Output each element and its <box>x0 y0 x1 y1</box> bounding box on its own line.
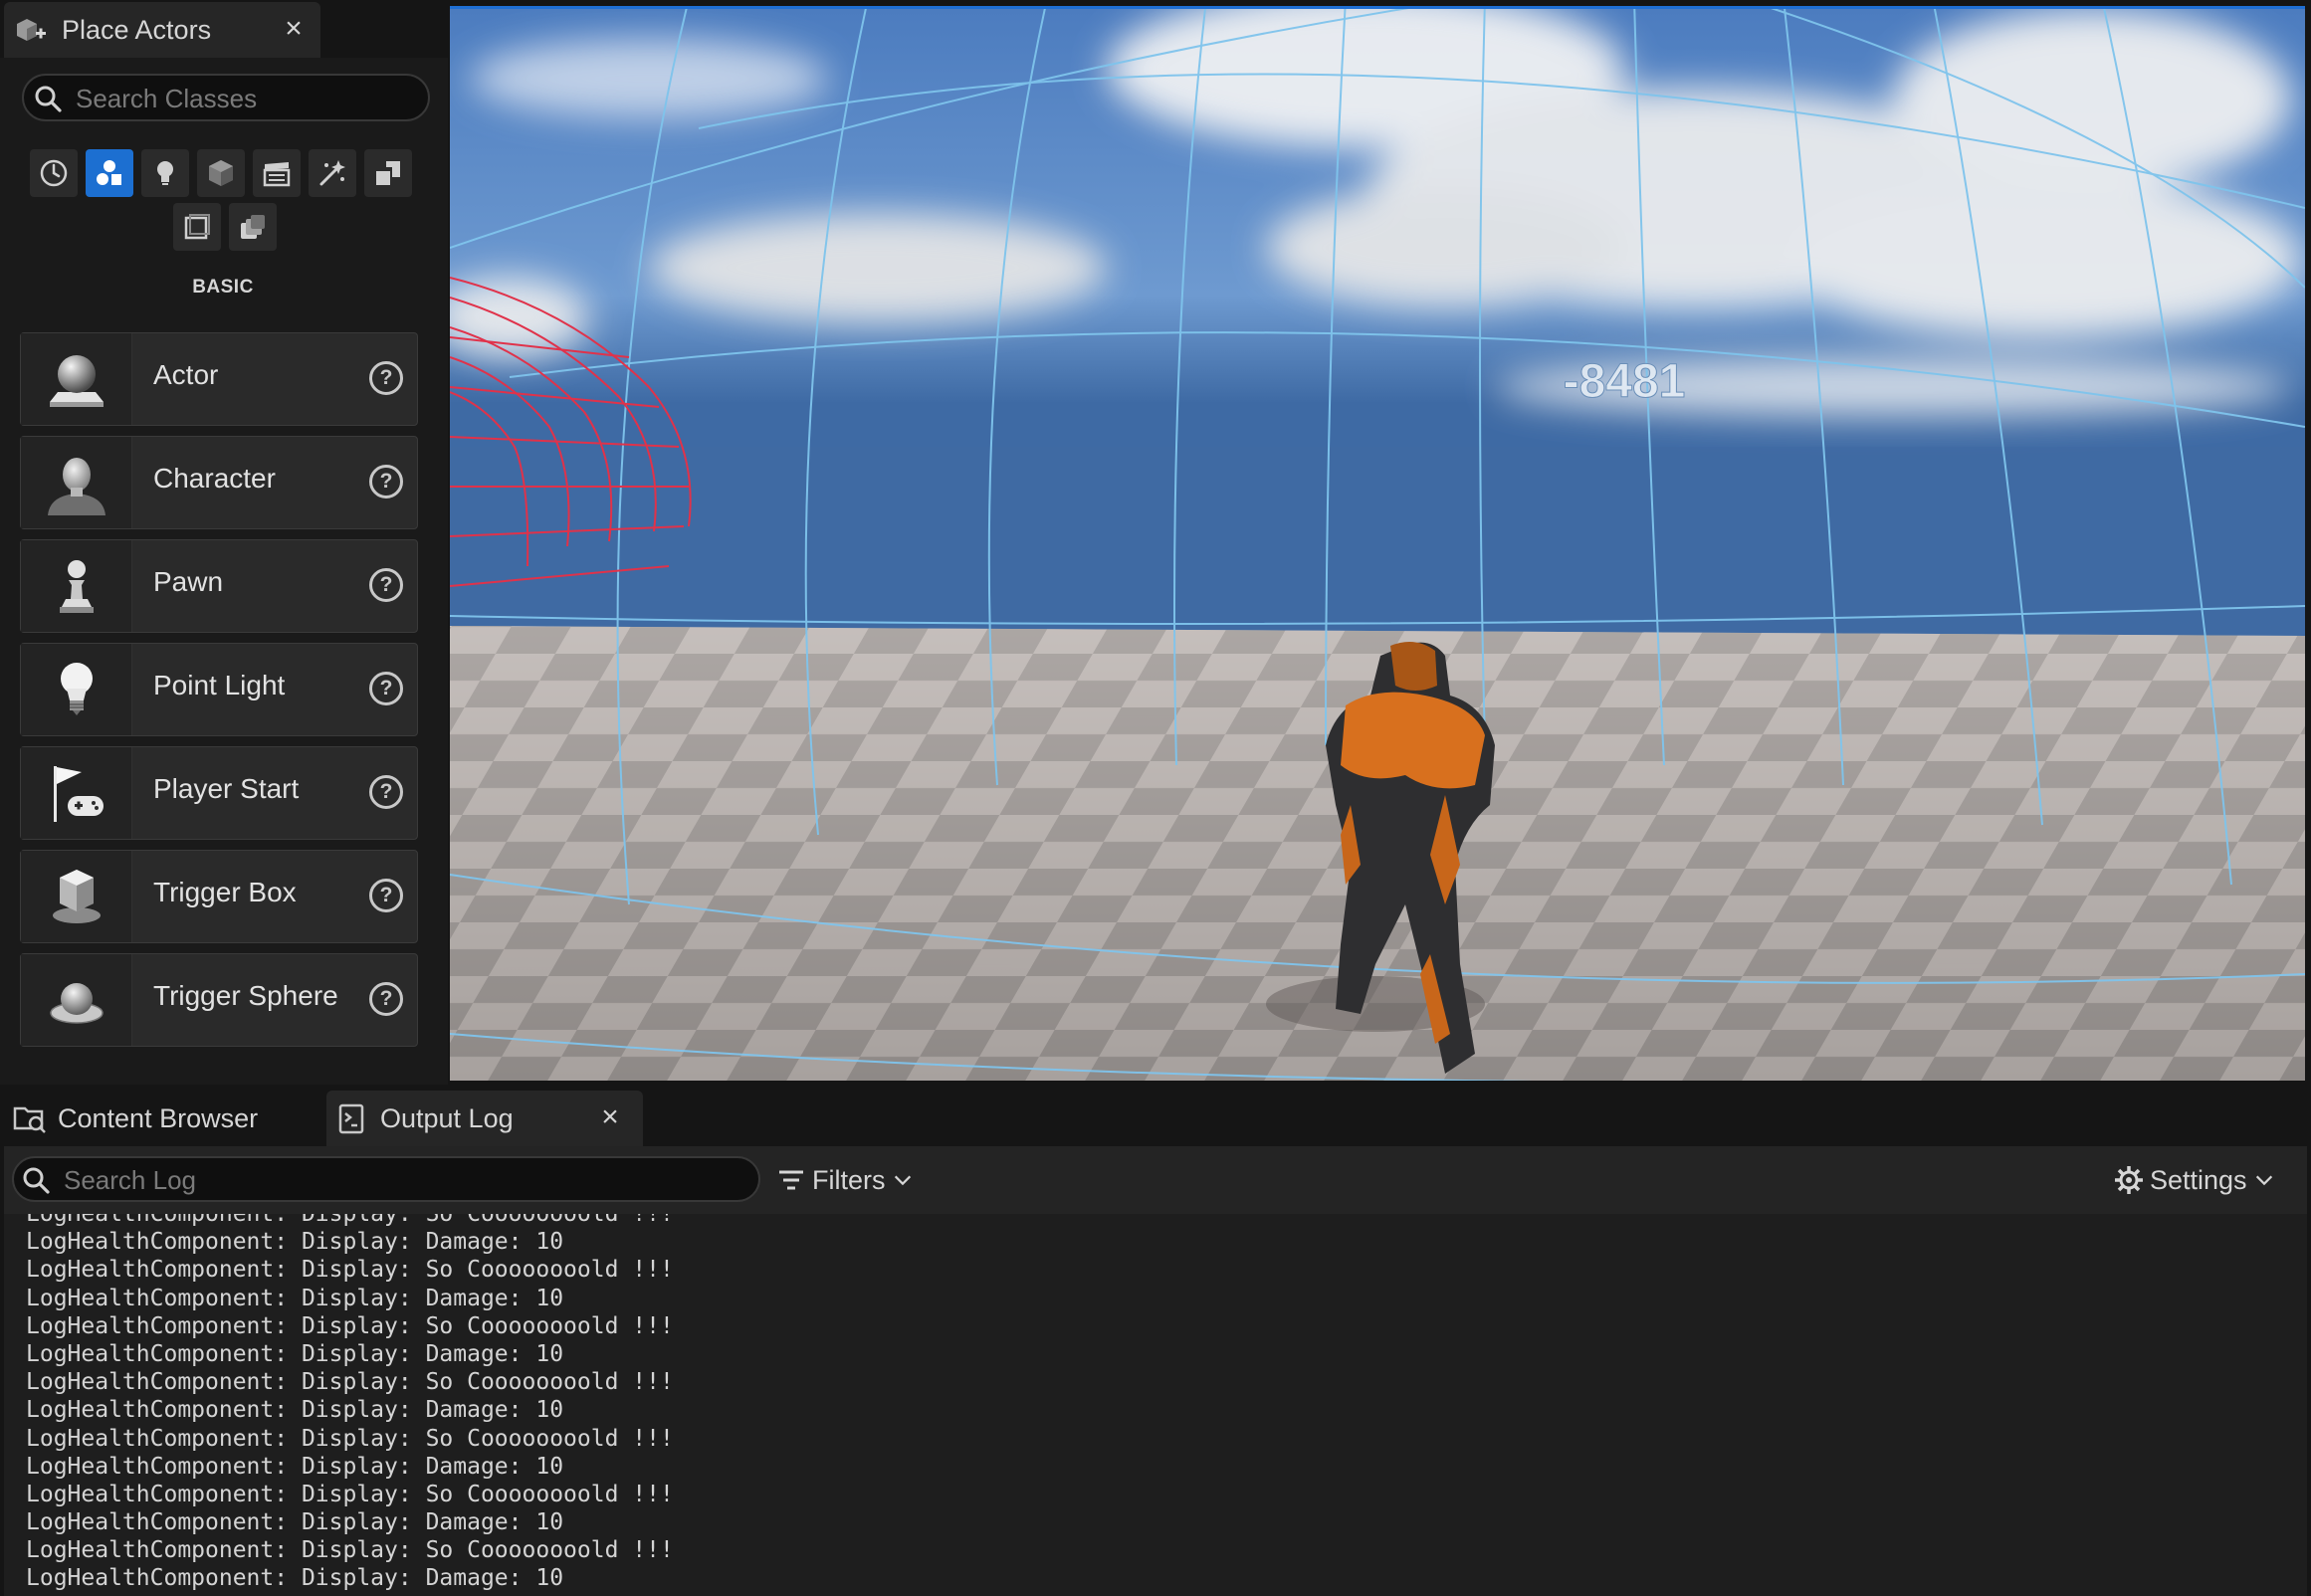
sparkles-icon <box>319 160 345 186</box>
close-icon[interactable]: × <box>595 1100 625 1134</box>
trigger-box-icon <box>21 851 132 942</box>
cube-icon <box>209 160 233 186</box>
output-log-label: Output Log <box>380 1103 514 1133</box>
help-icon[interactable]: ? <box>369 361 403 395</box>
volume-icon <box>184 214 210 240</box>
actor-item-character[interactable]: Character ? <box>20 436 418 529</box>
point-light-bulb-icon <box>21 644 132 735</box>
player-start-flag-icon <box>21 747 132 839</box>
search-log-input[interactable] <box>64 1162 740 1198</box>
content-browser-label: Content Browser <box>58 1103 259 1133</box>
place-actors-body: BASIC Actor ? Character ? Pawn ? <box>4 58 442 1083</box>
gear-icon <box>2115 1166 2143 1194</box>
category-visual-effects[interactable] <box>309 149 356 197</box>
actor-item-player-start[interactable]: Player Start ? <box>20 746 418 840</box>
pawn-icon <box>21 540 132 632</box>
damage-number: -8481 <box>1564 355 1686 408</box>
chevron-down-icon <box>2255 1175 2272 1186</box>
tab-output-log[interactable]: Output Log × <box>326 1091 643 1146</box>
log-line: LogHealthComponent: Display: So Cooooooo… <box>26 1481 674 1507</box>
place-actors-tab[interactable]: Place Actors × <box>4 2 320 58</box>
chevron-down-icon <box>894 1175 911 1186</box>
filter-icon <box>779 1170 803 1190</box>
log-line: LogHealthComponent: Display: So Cooooooo… <box>26 1214 674 1227</box>
tab-content-browser[interactable]: Content Browser <box>4 1091 322 1146</box>
character-bust-icon <box>21 437 132 528</box>
help-icon[interactable]: ? <box>369 672 403 705</box>
category-header: BASIC <box>192 277 254 298</box>
actor-label: Actor <box>153 359 219 390</box>
log-toolbar: Filters Settings <box>4 1146 2307 1214</box>
filters-button[interactable]: Filters <box>776 1160 914 1200</box>
player-start-label: Player Start <box>153 773 300 804</box>
place-actors-tab-bar: Place Actors × <box>0 0 448 58</box>
bottom-panel: Content Browser Output Log × Filters Set… <box>0 1085 2311 1596</box>
log-line: LogHealthComponent: Display: So Cooooooo… <box>26 1257 674 1284</box>
point-light-label: Point Light <box>153 670 286 700</box>
search-classes-box <box>22 74 430 121</box>
light-bulb-icon <box>157 161 173 185</box>
output-log-area[interactable]: LogHealthComponent: Display: So Cooooooo… <box>4 1214 2307 1596</box>
help-icon[interactable]: ? <box>369 465 403 499</box>
search-icon <box>34 85 62 112</box>
filters-label: Filters <box>812 1164 886 1195</box>
category-cinematic[interactable] <box>253 149 301 197</box>
actor-item-trigger-box[interactable]: Trigger Box ? <box>20 850 418 943</box>
output-log-icon <box>334 1102 370 1134</box>
log-line: LogHealthComponent: Display: Damage: 10 <box>26 1453 564 1480</box>
log-line: LogHealthComponent: Display: Damage: 10 <box>26 1229 564 1256</box>
category-geometry[interactable] <box>364 149 412 197</box>
log-line: LogHealthComponent: Display: So Cooooooo… <box>26 1537 674 1564</box>
actor-item-point-light[interactable]: Point Light ? <box>20 643 418 736</box>
all-classes-icon <box>241 215 265 239</box>
category-recently-placed[interactable] <box>30 149 78 197</box>
content-browser-icon <box>12 1102 48 1134</box>
trigger-sphere-icon <box>21 954 132 1046</box>
log-line: LogHealthComponent: Display: Damage: 10 <box>26 1340 564 1367</box>
log-line: LogHealthComponent: Display: Damage: 10 <box>26 1397 564 1424</box>
log-lines: LogHealthComponent: Display: So Cooooooo… <box>26 1214 674 1596</box>
search-icon <box>22 1166 50 1194</box>
log-line: LogHealthComponent: Display: Damage: 10 <box>26 1509 564 1536</box>
trigger-sphere-label: Trigger Sphere <box>153 980 338 1011</box>
category-lights[interactable] <box>141 149 189 197</box>
clock-icon <box>40 159 68 187</box>
search-classes-input[interactable] <box>76 80 414 117</box>
basic-shapes-icon <box>97 160 121 185</box>
search-log-box <box>12 1156 760 1202</box>
category-all-classes[interactable] <box>229 203 277 251</box>
help-icon[interactable]: ? <box>369 879 403 912</box>
log-line: LogHealthComponent: Display: So Cooooooo… <box>26 1369 674 1396</box>
help-icon[interactable]: ? <box>369 982 403 1016</box>
character-label: Character <box>153 463 276 494</box>
help-icon[interactable]: ? <box>369 568 403 602</box>
log-line: LogHealthComponent: Display: Damage: 10 <box>26 1565 564 1592</box>
trigger-box-label: Trigger Box <box>153 877 297 907</box>
geometry-icon <box>376 161 400 185</box>
category-basic[interactable] <box>86 149 133 197</box>
log-line: LogHealthComponent: Display: So Cooooooo… <box>26 1425 674 1452</box>
place-actors-panel: Place Actors × Search Classes BASIC Acto… <box>0 0 448 1085</box>
log-line: LogHealthComponent: Display: So Cooooooo… <box>26 1593 674 1596</box>
viewport-scene: -8481 <box>450 9 2305 1081</box>
category-shapes[interactable] <box>197 149 245 197</box>
actor-item-actor[interactable]: Actor ? <box>20 332 418 426</box>
help-icon[interactable]: ? <box>369 775 403 809</box>
level-viewport[interactable]: -8481 <box>450 6 2305 1081</box>
log-line: LogHealthComponent: Display: So Cooooooo… <box>26 1312 674 1339</box>
log-line: LogHealthComponent: Display: Damage: 10 <box>26 1285 564 1311</box>
pawn-label: Pawn <box>153 566 224 597</box>
settings-button[interactable]: Settings <box>2114 1160 2275 1200</box>
actor-item-pawn[interactable]: Pawn ? <box>20 539 418 633</box>
place-actors-title: Place Actors <box>62 15 212 45</box>
category-volumes[interactable] <box>173 203 221 251</box>
close-icon[interactable]: × <box>279 12 309 46</box>
clapperboard-icon <box>263 162 291 187</box>
place-actors-icon <box>14 16 48 46</box>
actor-sphere-icon <box>21 333 132 425</box>
settings-label: Settings <box>2150 1164 2247 1195</box>
actor-item-trigger-sphere[interactable]: Trigger Sphere ? <box>20 953 418 1047</box>
